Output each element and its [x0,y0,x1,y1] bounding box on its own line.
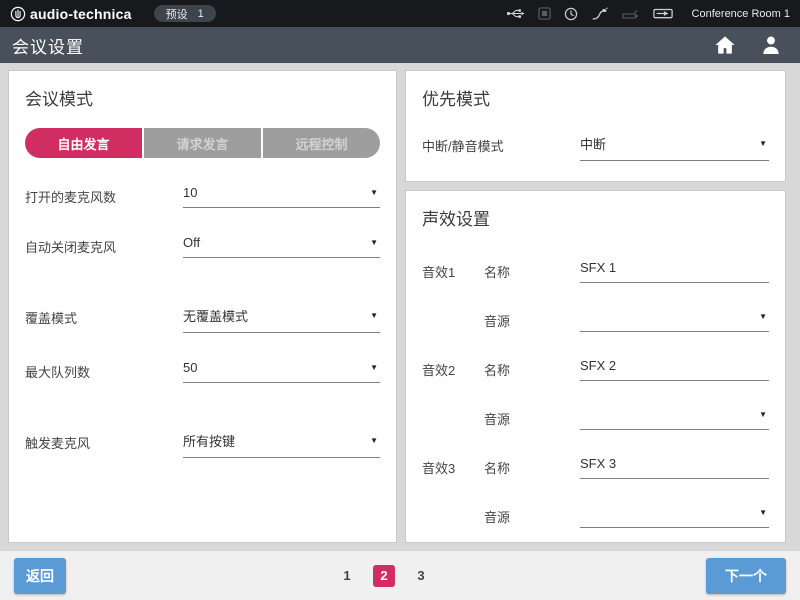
page-1[interactable]: 1 [336,565,358,587]
sfx3-name-label: 名称 [484,456,580,477]
room-name: Conference Room 1 [692,8,790,20]
trigger-mic-select[interactable]: 所有按键 ▼ [183,431,380,458]
auto-mic-off-select[interactable]: Off ▼ [183,235,380,258]
pagination: 1 2 3 [336,565,432,587]
priority-mode-panel: 优先模式 中断/静音模式 中断 ▼ [405,70,786,182]
open-mic-count-select[interactable]: 10 ▼ [183,185,380,208]
priority-mode-title: 优先模式 [422,85,769,110]
tab-free-speak[interactable]: 自由发言 [25,128,142,158]
dropdown-arrow-icon: ▼ [370,239,378,247]
footer-bar: 返回 1 2 3 下一个 [0,551,800,600]
conference-mode-title: 会议模式 [25,85,380,110]
sfx3-group-label: 音效3 [422,456,484,477]
preset-badge[interactable]: 预设 1 [154,5,216,22]
sfx2-name-input[interactable]: SFX 2 [580,358,769,381]
sfx-settings-title: 声效设置 [422,205,769,230]
next-button[interactable]: 下一个 [706,558,786,594]
title-bar: 会议设置 [0,27,800,63]
dropdown-arrow-icon: ▼ [759,411,767,419]
usb-icon [506,7,525,20]
page-title: 会议设置 [12,33,84,58]
user-button[interactable] [762,35,780,55]
tab-request-speak[interactable]: 请求发言 [142,128,261,158]
brand-logo: audio-technica [10,6,132,22]
tab-remote-control[interactable]: 远程控制 [261,128,380,158]
sfx2-source-label: 音源 [484,407,580,428]
stop-icon [538,7,551,20]
sfx2-group-label: 音效2 [422,358,484,379]
max-queue-label: 最大队列数 [25,360,183,381]
back-button[interactable]: 返回 [14,558,66,594]
open-mic-count-label: 打开的麦克风数 [25,185,183,206]
top-status-bar: audio-technica 预设 1 [0,0,800,27]
io-port-icon [653,7,673,20]
auto-mic-off-label: 自动关闭麦克风 [25,235,183,256]
sfx2-source-select[interactable]: ▼ [580,407,769,430]
override-mode-label: 覆盖模式 [25,306,183,327]
audio-technica-logo-icon [10,6,26,22]
sfx1-name-input[interactable]: SFX 1 [580,260,769,283]
sfx3-source-select[interactable]: ▼ [580,505,769,528]
sfx-settings-panel: 声效设置 音效1 名称 SFX 1 音源 ▼ 音效2 名称 [405,190,786,543]
brand-name: audio-technica [30,6,132,22]
dropdown-arrow-icon: ▼ [759,140,767,148]
page-2[interactable]: 2 [373,565,395,587]
preset-label: 预设 [166,6,188,22]
dropdown-arrow-icon: ▼ [370,189,378,197]
dropdown-arrow-icon: ▼ [370,312,378,320]
sfx1-name-label: 名称 [484,260,580,281]
sfx1-group-label: 音效1 [422,260,484,281]
sfx2-name-label: 名称 [484,358,580,379]
sfx3-source-label: 音源 [484,505,580,526]
battery-icon [622,8,640,20]
sync-icon [564,7,578,21]
content-area: 会议模式 自由发言 请求发言 远程控制 打开的麦克风数 10 ▼ 自动关闭麦克风… [0,63,800,551]
dropdown-arrow-icon: ▼ [370,437,378,445]
trigger-mic-label: 触发麦克风 [25,431,183,452]
sfx3-name-input[interactable]: SFX 3 [580,456,769,479]
dropdown-arrow-icon: ▼ [370,364,378,372]
preset-value: 1 [198,8,204,20]
page-3[interactable]: 3 [410,565,432,587]
sfx1-source-label: 音源 [484,309,580,330]
home-button[interactable] [714,35,736,55]
speak-mode-tabs: 自由发言 请求发言 远程控制 [25,128,380,158]
interrupt-mute-mode-label: 中断/静音模式 [422,134,580,155]
sfx1-source-select[interactable]: ▼ [580,309,769,332]
gooseneck-mic-icon [591,7,609,21]
dropdown-arrow-icon: ▼ [759,313,767,321]
conference-mode-panel: 会议模式 自由发言 请求发言 远程控制 打开的麦克风数 10 ▼ 自动关闭麦克风… [8,70,397,543]
interrupt-mute-mode-select[interactable]: 中断 ▼ [580,134,769,161]
override-mode-select[interactable]: 无覆盖模式 ▼ [183,306,380,333]
max-queue-select[interactable]: 50 ▼ [183,360,380,383]
dropdown-arrow-icon: ▼ [759,509,767,517]
